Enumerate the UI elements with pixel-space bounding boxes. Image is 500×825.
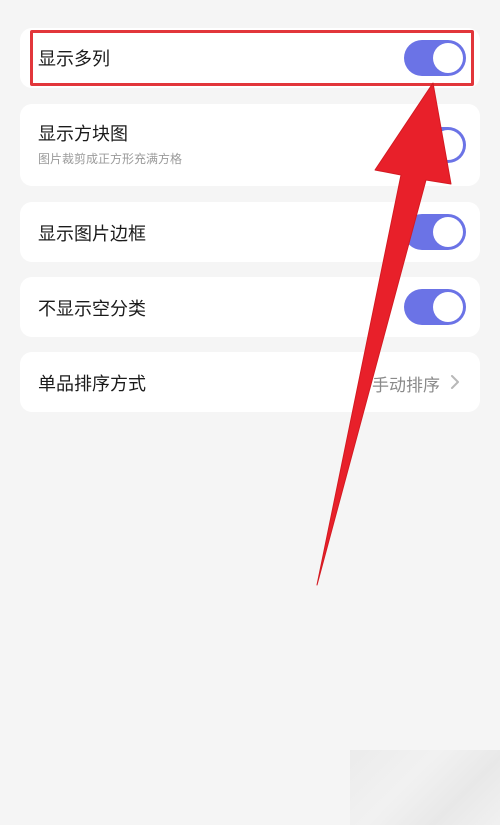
toggle-knob: [433, 292, 463, 322]
setting-row-item-sort-method[interactable]: 单品排序方式 手动排序: [20, 352, 480, 412]
toggle-knob: [433, 43, 463, 73]
item-sort-method-value: 手动排序: [372, 376, 440, 396]
setting-row-show-image-border[interactable]: 显示图片边框: [20, 202, 480, 262]
hide-empty-category-label: 不显示空分类: [38, 299, 146, 320]
show-image-border-label: 显示图片边框: [38, 224, 146, 245]
show-square-image-label: 显示方块图: [38, 124, 128, 145]
settings-screen: 显示多列 显示方块图 图片裁剪成正方形充满方格 显示图片边框 不显示空分类 单品…: [0, 0, 500, 825]
toggle-knob: [433, 217, 463, 247]
toggle-knob: [433, 130, 463, 160]
show-square-image-description: 图片裁剪成正方形充满方格: [38, 152, 183, 166]
item-sort-method-label: 单品排序方式: [38, 374, 146, 395]
show-square-image-toggle[interactable]: [404, 127, 466, 163]
chevron-right-icon: [451, 375, 459, 389]
watermark: [350, 750, 500, 825]
show-image-border-toggle[interactable]: [404, 214, 466, 250]
hide-empty-category-toggle[interactable]: [404, 289, 466, 325]
setting-row-show-multi-column[interactable]: 显示多列: [20, 28, 480, 88]
show-multi-column-label: 显示多列: [38, 49, 110, 70]
setting-row-hide-empty-category[interactable]: 不显示空分类: [20, 277, 480, 337]
setting-row-show-square-image[interactable]: 显示方块图 图片裁剪成正方形充满方格: [20, 104, 480, 186]
show-multi-column-toggle[interactable]: [404, 40, 466, 76]
